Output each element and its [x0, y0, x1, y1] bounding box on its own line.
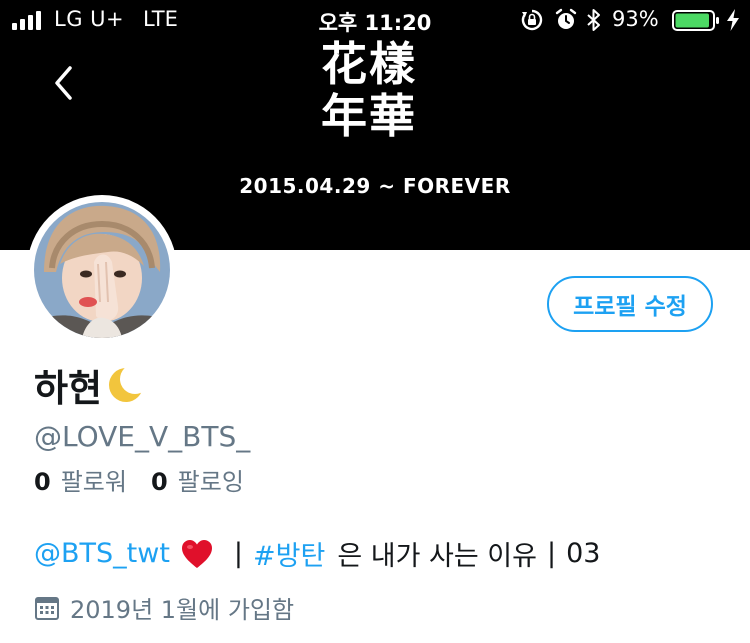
banner-date: 2015.04.29 ~ FOREVER — [239, 174, 511, 198]
battery-icon — [672, 10, 719, 31]
edit-profile-button[interactable]: 프로필 수정 — [547, 276, 713, 332]
red-heart-icon — [181, 539, 212, 568]
avatar[interactable] — [27, 195, 177, 345]
banner-title-line2: 年華 — [321, 89, 417, 143]
bio-separator: | — [233, 538, 244, 569]
joined-date: 2019년 1월에 가입함 — [34, 590, 294, 625]
crescent-moon-icon — [109, 368, 144, 402]
profile-bio: @BTS_twt | #방탄 은 내가 사는 이유 | 03 — [34, 534, 600, 573]
bio-suffix: 03 — [566, 538, 601, 569]
followers-count: 0 — [34, 468, 51, 496]
followers-stat[interactable]: 0 팔로워 — [34, 462, 127, 497]
avatar-image — [34, 202, 170, 338]
banner-title-line1: 花樣 — [321, 37, 417, 91]
charging-bolt-icon — [727, 9, 739, 31]
joined-text: 2019년 1월에 가입함 — [70, 596, 295, 624]
bio-hashtag-link[interactable]: #방탄 — [253, 534, 325, 573]
display-name-text: 하현 — [34, 367, 103, 410]
bio-text: 은 내가 사는 이유 — [337, 541, 537, 572]
following-stat[interactable]: 0 팔로잉 — [151, 462, 244, 497]
battery-percent: 93% — [612, 7, 659, 31]
rotation-lock-icon — [521, 9, 543, 31]
alarm-icon — [555, 8, 577, 29]
status-bar: LG U+ LTE 오후 11:20 93% — [0, 0, 750, 40]
bluetooth-icon — [587, 9, 600, 31]
display-name: 하현 — [34, 358, 146, 412]
chevron-left-icon[interactable] — [48, 64, 80, 102]
banner-title: 花樣 年華 — [321, 38, 441, 142]
follow-stats: 0 팔로워 0 팔로잉 — [34, 462, 268, 497]
calendar-icon — [35, 596, 59, 620]
bio-separator-2: | — [546, 538, 557, 569]
followers-label: 팔로워 — [60, 468, 127, 496]
following-count: 0 — [150, 468, 168, 496]
bio-mention-link[interactable]: @BTS_twt — [34, 538, 170, 569]
following-label: 팔로잉 — [177, 468, 244, 496]
user-handle: @LOVE_V_BTS_ — [34, 420, 251, 453]
